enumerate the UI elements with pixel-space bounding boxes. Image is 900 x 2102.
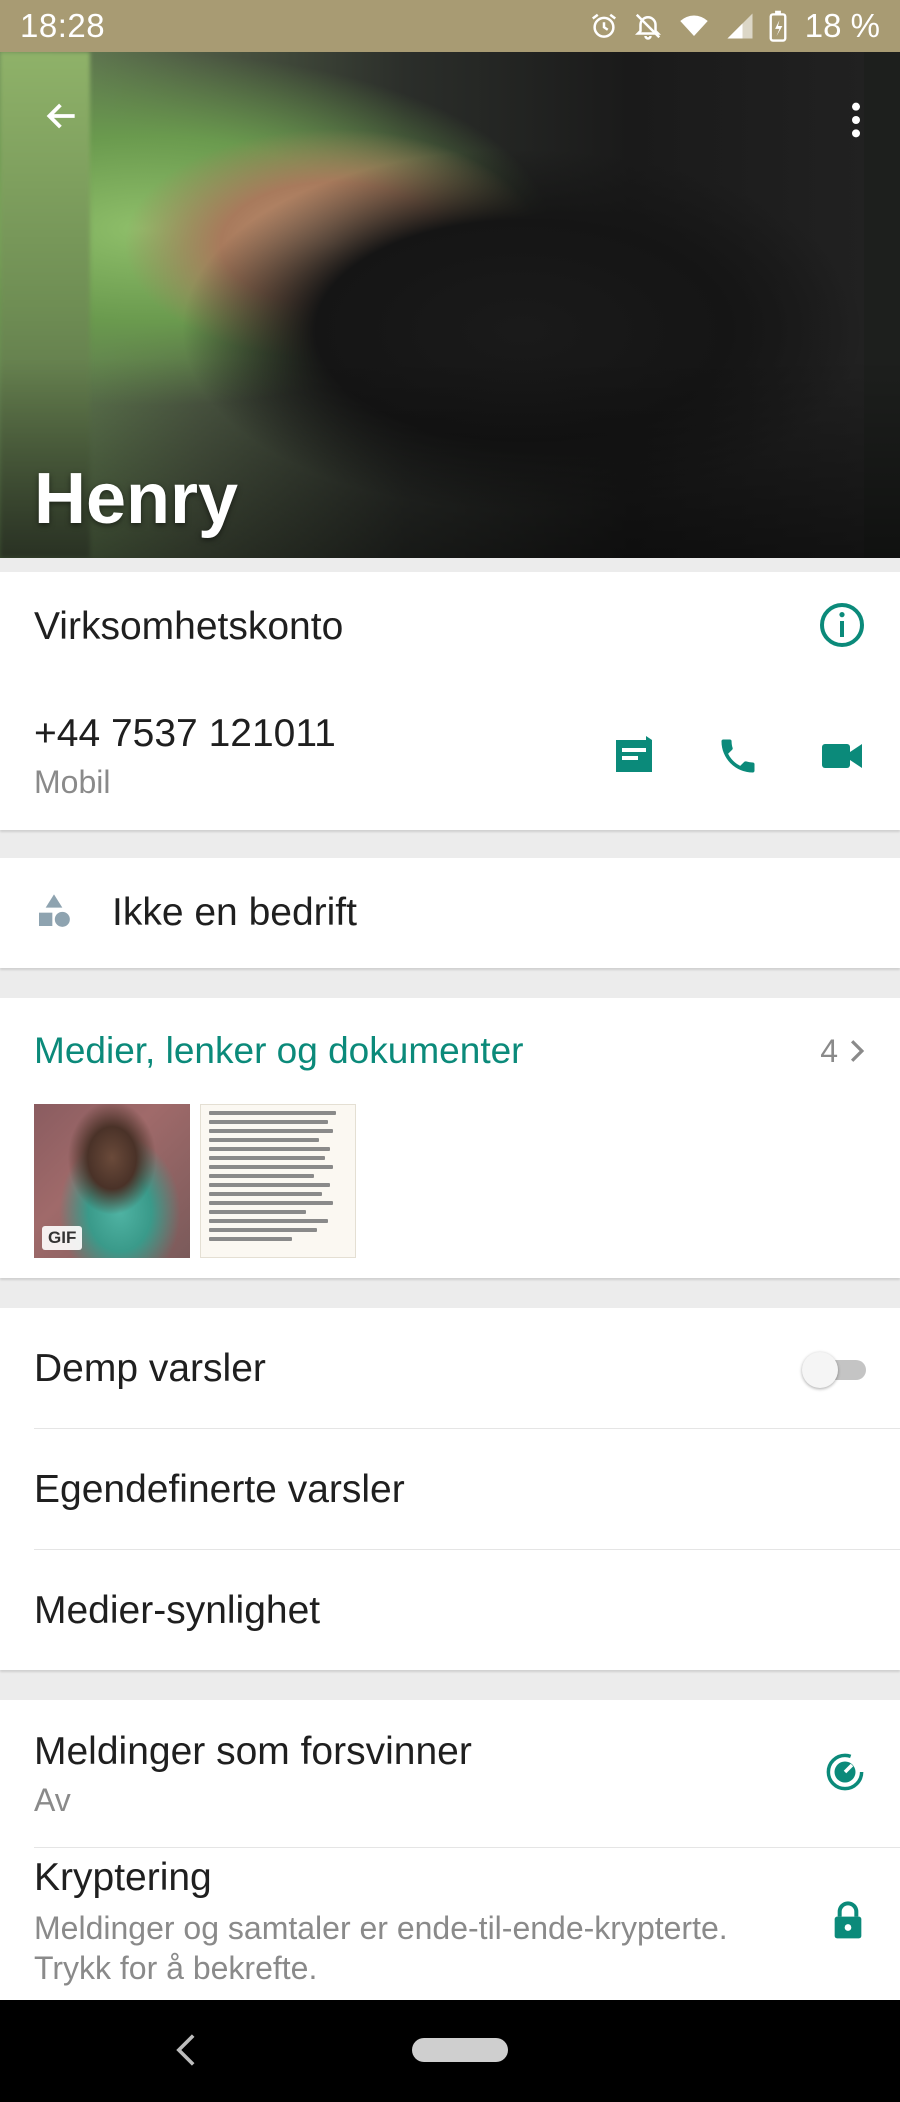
business-category-label: Ikke en bedrift xyxy=(112,891,357,934)
phone-type: Mobil xyxy=(34,763,111,800)
media-card: Medier, lenker og dokumenter 4 GIF xyxy=(0,998,900,1278)
disappearing-messages-title: Meldinger som forsvinner xyxy=(34,1729,472,1773)
back-arrow-icon xyxy=(46,103,75,129)
custom-notifications-label: Egendefinerte varsler xyxy=(34,1467,405,1511)
settings-card: Demp varsler Egendefinerte varsler Medie… xyxy=(0,1308,900,1670)
encryption-title: Kryptering xyxy=(34,1856,212,1899)
category-icon xyxy=(34,891,74,936)
media-thumbnails: GIF xyxy=(34,1104,356,1258)
media-visibility-label: Medier-synlighet xyxy=(34,1588,321,1632)
status-bar: 18:28 18 % xyxy=(0,0,900,52)
timer-icon xyxy=(824,1751,866,1798)
contact-name: Henry xyxy=(34,459,239,539)
mute-toggle[interactable] xyxy=(802,1351,866,1388)
info-icon[interactable] xyxy=(818,601,866,654)
more-options-button[interactable] xyxy=(836,92,876,148)
call-icon[interactable] xyxy=(716,734,760,778)
custom-notifications-row[interactable]: Egendefinerte varsler xyxy=(0,1429,900,1550)
battery-percent: 18 % xyxy=(804,7,880,44)
navigation-bar xyxy=(0,2000,900,2102)
media-visibility-row[interactable]: Medier-synlighet xyxy=(0,1550,900,1671)
phone-row[interactable]: +44 7537 121011 Mobil xyxy=(0,682,900,830)
more-vert-icon xyxy=(852,102,860,138)
nav-back-icon xyxy=(176,2034,195,2066)
phone-number: +44 7537 121011 xyxy=(34,711,336,755)
signal-icon xyxy=(725,11,755,41)
status-time: 18:28 xyxy=(20,7,106,44)
status-icons: 18 % xyxy=(589,7,880,45)
disappearing-messages-value: Av xyxy=(34,1781,71,1818)
profile-header: Henry xyxy=(0,52,900,558)
business-account-row[interactable]: Virksomhetskonto xyxy=(0,572,900,682)
nav-back-button[interactable] xyxy=(166,2030,206,2070)
media-header[interactable]: Medier, lenker og dokumenter 4 xyxy=(0,998,900,1104)
alarm-icon xyxy=(589,11,619,41)
gif-badge: GIF xyxy=(42,1226,83,1250)
battery-charging-icon xyxy=(769,10,787,42)
message-icon[interactable] xyxy=(610,732,658,780)
account-card: Virksomhetskonto +44 7537 121011 Mobil xyxy=(0,572,900,830)
business-account-label: Virksomhetskonto xyxy=(34,605,344,648)
lock-icon xyxy=(830,1900,866,1945)
back-button[interactable] xyxy=(34,88,90,144)
mute-notifications-row[interactable]: Demp varsler xyxy=(0,1308,900,1429)
mute-notifications-label: Demp varsler xyxy=(34,1346,266,1390)
media-thumbnail-document[interactable] xyxy=(200,1104,356,1258)
wifi-icon xyxy=(677,11,711,41)
disappearing-messages-row[interactable]: Meldinger som forsvinner Av xyxy=(0,1700,900,1848)
security-card: Meldinger som forsvinner Av Kryptering M… xyxy=(0,1700,900,2000)
notifications-off-icon xyxy=(633,11,663,41)
video-call-icon[interactable] xyxy=(818,732,866,780)
media-count: 4 xyxy=(820,1033,866,1070)
contact-actions xyxy=(610,732,866,780)
business-category-row[interactable]: Ikke en bedrift xyxy=(0,858,900,968)
encryption-row[interactable]: Kryptering Meldinger og samtaler er ende… xyxy=(0,1848,900,1996)
business-category-card: Ikke en bedrift xyxy=(0,858,900,968)
nav-home-button[interactable] xyxy=(412,2038,508,2062)
media-thumbnail-gif[interactable]: GIF xyxy=(34,1104,190,1258)
media-count-value: 4 xyxy=(820,1032,838,1069)
encryption-description: Meldinger og samtaler er ende-til-ende-k… xyxy=(34,1910,728,1986)
phone-info: +44 7537 121011 Mobil xyxy=(34,712,336,801)
chevron-right-icon xyxy=(850,1040,865,1062)
media-title: Medier, lenker og dokumenter xyxy=(34,1030,524,1071)
